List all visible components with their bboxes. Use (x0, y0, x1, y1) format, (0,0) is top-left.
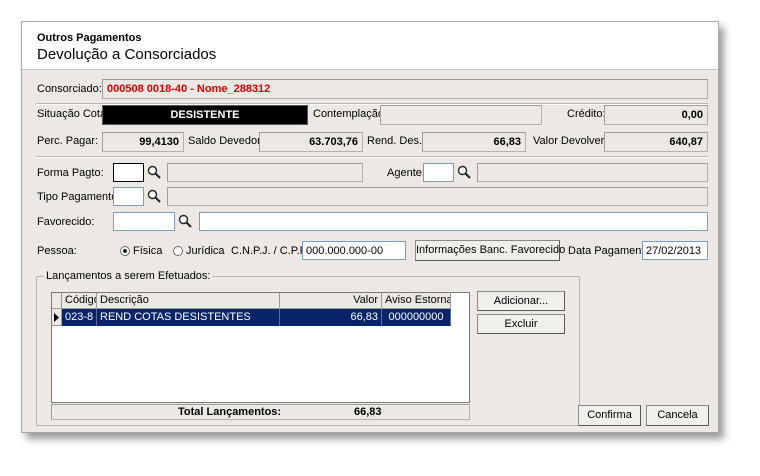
favorecido-search-icon[interactable] (178, 214, 192, 228)
credito-label: Crédito: (567, 108, 606, 120)
rend-des-value: 66,83 (422, 132, 526, 152)
saldo-devedor-label: Saldo Devedor: (188, 135, 264, 147)
total-lancamentos-bar: Total Lançamentos: 66,83 (51, 404, 470, 420)
grid-header-codigo[interactable]: Código (62, 293, 97, 309)
contemplacao-label: Contemplação: (313, 108, 387, 120)
total-lancamentos-value: 66,83 (354, 406, 382, 418)
valor-devolver-label: Valor Devolver: (533, 135, 608, 147)
adicionar-button[interactable]: Adicionar... (477, 291, 565, 311)
table-row-descricao[interactable]: REND COTAS DESISTENTES (97, 309, 280, 326)
forma-pagto-label: Forma Pagto: (37, 167, 104, 179)
pessoa-fisica-label[interactable]: Física (133, 245, 162, 257)
agente-desc (477, 163, 708, 182)
consorciado-value: 000508 0018-40 - Nome_288312 (102, 79, 708, 99)
window-subtitle: Outros Pagamentos (37, 32, 142, 44)
tipo-pagamento-label: Tipo Pagamento: (37, 191, 121, 203)
total-lancamentos-label: Total Lançamentos: (178, 406, 282, 418)
pessoa-juridica-radio[interactable] (173, 246, 183, 256)
confirma-button[interactable]: Confirma (578, 405, 641, 426)
situacao-value: DESISTENTE (102, 105, 308, 125)
grid-row-indicator (52, 309, 62, 326)
lancamentos-grid[interactable]: Código Descrição Valor Aviso Estornar 02… (51, 292, 470, 403)
grid-header-valor[interactable]: Valor (280, 293, 382, 309)
pessoa-fisica-radio[interactable] (120, 246, 130, 256)
rend-des-label: Rend. Des.: (367, 135, 426, 147)
window-title: Devolução a Consorciados (37, 46, 217, 63)
agente-label: Agente: (387, 167, 425, 179)
table-row-codigo[interactable]: 023-8 (62, 309, 97, 326)
contemplacao-value (380, 105, 542, 125)
data-pagamento-input[interactable]: 27/02/2013 (642, 241, 708, 260)
table-row-valor[interactable]: 66,83 (280, 309, 382, 326)
pessoa-label: Pessoa: (37, 245, 77, 257)
agente-input[interactable] (423, 163, 454, 182)
cnpj-input[interactable]: 000.000.000-00 (302, 241, 406, 260)
separator (36, 156, 708, 158)
perc-pagar-value: 99,4130 (102, 132, 184, 152)
table-row-aviso[interactable]: 000000000 (382, 309, 451, 326)
info-banc-favorecido-button[interactable]: Informações Banc. Favorecido (415, 240, 565, 261)
cnpj-label: C.N.P.J. / C.P.F.: (231, 245, 312, 257)
dialog-window: Outros Pagamentos Devolução a Consorciad… (21, 21, 719, 433)
favorecido-input[interactable] (113, 212, 175, 231)
cancela-button[interactable]: Cancela (646, 405, 709, 426)
credito-value: 0,00 (604, 105, 708, 125)
situacao-label: Situação Cota: (37, 108, 110, 120)
excluir-button[interactable]: Excluir (477, 314, 565, 334)
favorecido-label: Favorecido: (37, 216, 95, 228)
lancamentos-group-title: Lançamentos a serem Efetuados: (44, 270, 213, 282)
pessoa-juridica-label[interactable]: Jurídica (186, 245, 225, 257)
perc-pagar-label: Perc. Pagar: (37, 135, 99, 147)
saldo-devedor-value: 63.703,76 (259, 132, 363, 152)
forma-pagto-input[interactable] (113, 163, 144, 182)
grid-header-descricao[interactable]: Descrição (97, 293, 280, 309)
data-pagamento-label: Data Pagamento: (568, 245, 654, 257)
tipo-pagamento-search-icon[interactable] (147, 189, 161, 203)
forma-pagto-search-icon[interactable] (147, 165, 161, 179)
favorecido-name-input[interactable] (199, 212, 708, 231)
tipo-pagamento-input[interactable] (113, 187, 144, 206)
grid-row-indicator-header (52, 293, 62, 309)
tipo-pagamento-desc (167, 187, 708, 206)
agente-search-icon[interactable] (457, 165, 471, 179)
dialog-header: Outros Pagamentos Devolução a Consorciad… (22, 22, 718, 70)
grid-header-aviso-estornar[interactable]: Aviso Estornar (382, 293, 451, 309)
consorciado-label: Consorciado: (37, 83, 102, 95)
valor-devolver-value: 640,87 (604, 132, 708, 152)
row-pointer-icon (54, 313, 59, 322)
forma-pagto-desc (167, 163, 363, 182)
